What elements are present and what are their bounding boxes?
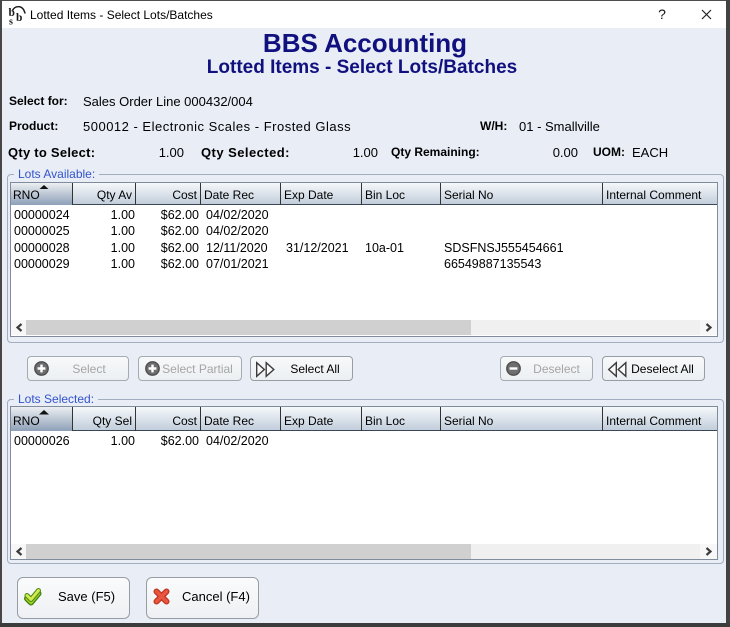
svg-text:s: s	[9, 17, 13, 27]
svg-text:b: b	[16, 12, 22, 24]
